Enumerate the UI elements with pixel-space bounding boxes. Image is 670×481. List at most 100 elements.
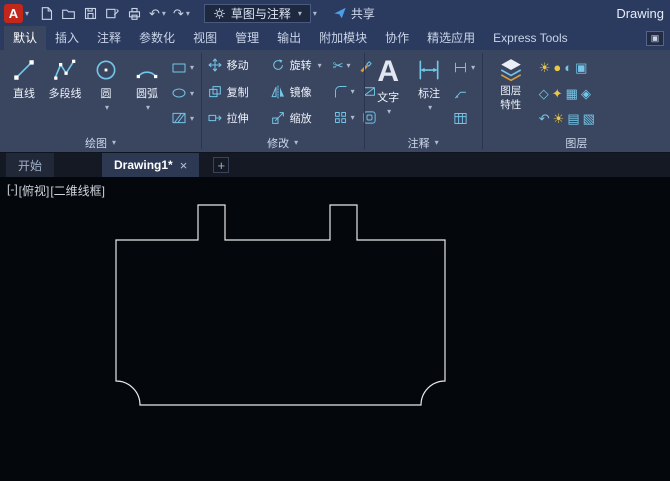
ribbon-tab-bar: 默认 插入 注释 参数化 视图 管理 输出 附加模块 协作 精选应用 Expre… (0, 26, 670, 50)
viewport-controls: [-] [俯视] [二维线框] (7, 182, 106, 199)
dimension-button[interactable]: 标注 ▾ (410, 53, 448, 133)
gear-icon (214, 7, 225, 19)
polyline-icon (54, 59, 76, 80)
layer-state-icon[interactable]: ☀ (553, 112, 565, 125)
table-button[interactable] (453, 111, 475, 126)
layer-merge-icon[interactable]: ▤ (567, 112, 579, 125)
copy-button[interactable]: 复制 (207, 84, 263, 100)
rectangle-icon (172, 63, 186, 73)
arc-caret-icon: ▾ (145, 103, 150, 112)
drawing-shape[interactable] (115, 204, 446, 406)
layer-on-icon[interactable]: ☀ (539, 61, 551, 74)
layer-prev-icon[interactable]: ↶ (539, 112, 550, 125)
tab-output[interactable]: 输出 (268, 26, 310, 50)
leader-button[interactable] (453, 86, 475, 101)
stretch-button[interactable]: 拉伸 (207, 110, 263, 126)
text-icon: A (377, 55, 399, 88)
layer-match-icon[interactable]: ▦ (566, 87, 578, 100)
undo-button[interactable]: ↶ ▾ (149, 7, 166, 20)
save-icon (84, 7, 97, 19)
tab-view[interactable]: 视图 (184, 26, 226, 50)
line-button[interactable]: 直线 (5, 53, 43, 133)
mirror-icon (271, 85, 284, 99)
array-button[interactable]: ▾ (333, 110, 355, 125)
open-folder-icon (62, 9, 75, 19)
ribbon: 直线 多段线 圆 ▾ 圆弧 ▾ ▾ ▾ ▾ 绘图 ▾ 移动 旋转 ▾ ✂ ▾ 复… (0, 50, 670, 153)
fillet-button[interactable]: ▾ (333, 84, 355, 99)
ellipse-icon (172, 88, 186, 98)
new-file-button[interactable] (39, 6, 54, 21)
tab-annotate[interactable]: 注释 (88, 26, 130, 50)
layer-tools: ☀ ● ◐ ▣ ◇ ✦ ▦ ◈ ↶ ☀ ▤ ▧ (537, 53, 597, 133)
modify-panel-label[interactable]: 修改 ▾ (202, 133, 364, 152)
app-menu-caret-icon[interactable]: ▾ (25, 9, 29, 18)
linear-dimension-button[interactable]: ▾ (453, 60, 475, 75)
hatch-button[interactable]: ▾ (171, 110, 194, 126)
fillet-icon (334, 86, 347, 98)
draw-panel: 直线 多段线 圆 ▾ 圆弧 ▾ ▾ ▾ ▾ 绘图 ▾ (0, 50, 201, 152)
table-icon (454, 113, 467, 124)
new-file-icon (41, 6, 53, 20)
quick-access-toolbar: ↶ ▾ ↷ ▾ (39, 6, 190, 21)
layer-properties-button[interactable]: 图层 特性 (488, 53, 534, 133)
text-button[interactable]: A 文字 ▾ (369, 53, 407, 133)
tab-default[interactable]: 默认 (4, 26, 47, 50)
tab-insert[interactable]: 插入 (46, 26, 88, 50)
paper-plane-icon (334, 7, 346, 19)
rotate-icon (272, 59, 283, 70)
mirror-button[interactable]: 镜像 (270, 84, 326, 100)
open-file-button[interactable] (61, 6, 76, 21)
tab-start[interactable]: 开始 (6, 153, 55, 177)
move-button[interactable]: 移动 (207, 57, 263, 73)
line-icon (14, 60, 34, 80)
layers-panel-label[interactable]: 图层 (483, 133, 670, 152)
layer-bulb-icon[interactable]: ● (553, 61, 561, 74)
viewport-menu-control[interactable]: [-] (7, 182, 18, 199)
draw-panel-label[interactable]: 绘图 ▾ (0, 133, 201, 152)
drawing-canvas[interactable]: [-] [俯视] [二维线框] (0, 177, 670, 481)
arc-button[interactable]: 圆弧 ▾ (128, 53, 166, 133)
save-button[interactable] (83, 6, 98, 21)
plot-button[interactable] (127, 6, 142, 21)
layer-lock-icon[interactable]: ▣ (575, 61, 587, 74)
share-button[interactable]: 共享 (333, 5, 375, 22)
ellipse-button[interactable]: ▾ (171, 85, 194, 101)
circle-button[interactable]: 圆 ▾ (87, 53, 125, 133)
leader-icon (455, 91, 467, 98)
rotate-button[interactable]: 旋转 ▾ (270, 57, 326, 73)
tab-parametric[interactable]: 参数化 (130, 26, 184, 50)
close-tab-icon[interactable]: × (180, 158, 188, 173)
ribbon-minimize-button[interactable]: ▣ (646, 30, 664, 46)
file-tab-bar: 开始 Drawing1* × + (0, 153, 670, 177)
rectangle-button[interactable]: ▾ (171, 60, 194, 76)
model-space (115, 204, 446, 406)
scale-button[interactable]: 缩放 (270, 110, 326, 126)
app-logo[interactable]: A (4, 3, 23, 23)
tab-collaborate[interactable]: 协作 (376, 26, 418, 50)
tab-addins[interactable]: 附加模块 (310, 26, 376, 50)
layer-walk-icon[interactable]: ◈ (581, 87, 591, 100)
annotation-panel-label[interactable]: 注释 ▾ (364, 133, 482, 152)
hatch-icon (172, 113, 186, 124)
layer-freeze-icon[interactable]: ◐ (564, 61, 572, 74)
tab-manage[interactable]: 管理 (226, 26, 268, 50)
view-control[interactable]: [俯视] (19, 182, 50, 199)
tab-drawing1[interactable]: Drawing1* × (102, 153, 200, 177)
linear-dimension-icon (455, 62, 467, 73)
polyline-button[interactable]: 多段线 (46, 53, 84, 133)
layer-unisolate-icon[interactable]: ✦ (552, 87, 563, 100)
trim-button[interactable]: ✂ ▾ (333, 59, 351, 72)
redo-button[interactable]: ↷ ▾ (173, 7, 190, 20)
save-as-button[interactable] (105, 6, 120, 21)
layer-isolate-icon[interactable]: ◇ (539, 87, 549, 100)
qat-customize-caret-icon[interactable]: ▾ (313, 9, 317, 18)
tab-express-tools[interactable]: Express Tools (484, 26, 576, 50)
new-drawing-button[interactable]: + (213, 157, 230, 173)
title-bar: A ▾ ↶ ▾ ↷ ▾ 草图与注释 ▾ ▾ 共享 Drawing (0, 0, 670, 26)
workspace-label: 草图与注释 (230, 6, 291, 21)
visual-style-control[interactable]: [二维线框] (50, 182, 105, 199)
workspace-switcher[interactable]: 草图与注释 ▾ (203, 3, 311, 23)
tab-featured-apps[interactable]: 精选应用 (418, 26, 484, 50)
layer-delete-icon[interactable]: ▧ (583, 112, 595, 125)
layers-panel: 图层 特性 ☀ ● ◐ ▣ ◇ ✦ ▦ ◈ ↶ ☀ ▤ ▧ 图层 (483, 50, 670, 152)
